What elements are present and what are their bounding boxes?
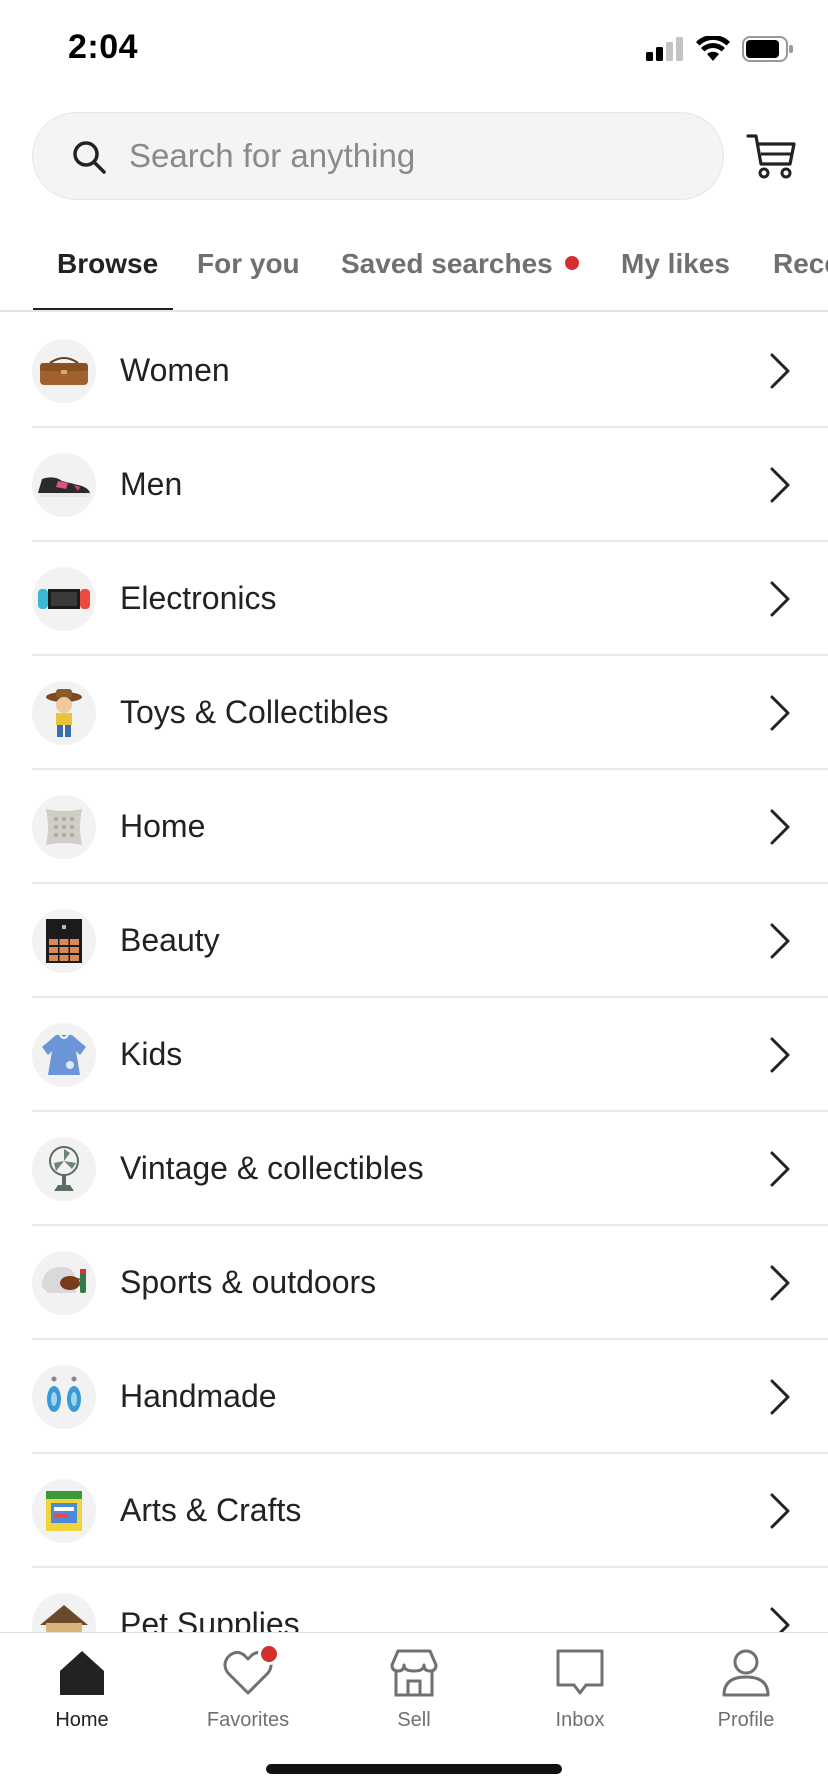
nav-label: Profile xyxy=(717,1709,775,1731)
chat-bubble-icon xyxy=(556,1649,604,1695)
handbag-icon xyxy=(32,339,96,403)
notification-dot xyxy=(564,255,579,270)
nav-favorites[interactable]: Favorites xyxy=(178,1643,318,1732)
search-row xyxy=(32,112,796,200)
category-label: Beauty xyxy=(120,922,220,958)
kids-dress-icon xyxy=(32,1023,96,1087)
earrings-icon xyxy=(32,1365,96,1429)
category-item-electronics[interactable]: Electronics xyxy=(32,542,828,656)
category-label: Toys & Collectibles xyxy=(120,694,389,730)
chevron-right-icon xyxy=(770,467,790,503)
tab-recent[interactable]: Rece xyxy=(773,248,828,280)
status-bar: 2:04 xyxy=(0,0,828,100)
chevron-right-icon xyxy=(770,695,790,731)
category-item-vintage-collectibles[interactable]: Vintage & collectibles xyxy=(32,1112,828,1226)
game-console-icon xyxy=(32,567,96,631)
search-input[interactable] xyxy=(129,113,689,199)
tab-saved-searches[interactable]: Saved searches xyxy=(341,248,579,280)
category-list: Women Men Electronics Toys & Collectible… xyxy=(0,314,828,1682)
search-box[interactable] xyxy=(32,112,724,200)
nav-label: Sell xyxy=(397,1709,431,1731)
category-item-home[interactable]: Home xyxy=(32,770,828,884)
nav-label: Home xyxy=(55,1709,109,1731)
tab-strip: Browse For you Saved searches My likes R… xyxy=(0,222,828,312)
category-item-beauty[interactable]: Beauty xyxy=(32,884,828,998)
cellular-signal-icon xyxy=(646,37,683,61)
home-indicator xyxy=(266,1764,562,1774)
category-label: Kids xyxy=(120,1036,183,1072)
chevron-right-icon xyxy=(770,1265,790,1301)
category-label: Sports & outdoors xyxy=(120,1264,377,1300)
pillow-icon xyxy=(32,795,96,859)
cart-icon[interactable] xyxy=(746,130,798,182)
category-label: Electronics xyxy=(120,580,277,616)
status-time: 2:04 xyxy=(68,28,139,66)
chevron-right-icon xyxy=(770,353,790,389)
person-icon xyxy=(722,1649,770,1697)
tab-for-you[interactable]: For you xyxy=(197,248,300,280)
chevron-right-icon xyxy=(770,1379,790,1415)
chevron-right-icon xyxy=(770,809,790,845)
category-label: Home xyxy=(120,808,206,844)
chevron-right-icon xyxy=(770,1037,790,1073)
nav-sell[interactable]: Sell xyxy=(344,1645,484,1732)
category-label: Arts & Crafts xyxy=(120,1492,302,1528)
search-icon xyxy=(73,141,106,174)
palette-icon xyxy=(32,909,96,973)
chevron-right-icon xyxy=(770,1151,790,1187)
category-label: Handmade xyxy=(120,1378,277,1414)
tab-saved-searches-label: Saved searches xyxy=(341,248,553,279)
category-label: Vintage & collectibles xyxy=(120,1150,424,1186)
chevron-right-icon xyxy=(770,1493,790,1529)
category-label: Men xyxy=(120,466,183,502)
category-item-men[interactable]: Men xyxy=(32,428,828,542)
favorites-badge xyxy=(258,1643,280,1665)
chevron-right-icon xyxy=(770,581,790,617)
category-item-sports-outdoors[interactable]: Sports & outdoors xyxy=(32,1226,828,1340)
heart-icon xyxy=(220,1643,280,1701)
status-icons xyxy=(646,36,794,62)
home-icon xyxy=(60,1651,104,1695)
wifi-icon xyxy=(696,36,730,61)
category-item-handmade[interactable]: Handmade xyxy=(32,1340,828,1454)
category-label: Women xyxy=(120,352,230,388)
sneaker-icon xyxy=(32,453,96,517)
nav-profile[interactable]: Profile xyxy=(676,1645,816,1732)
nav-inbox[interactable]: Inbox xyxy=(510,1645,650,1732)
nav-label: Inbox xyxy=(555,1709,605,1731)
football-helmet-icon xyxy=(32,1251,96,1315)
category-item-toys-collectibles[interactable]: Toys & Collectibles xyxy=(32,656,828,770)
vintage-fan-icon xyxy=(32,1137,96,1201)
toy-figure-icon xyxy=(32,681,96,745)
category-item-women[interactable]: Women xyxy=(32,314,828,428)
category-item-kids[interactable]: Kids xyxy=(32,998,828,1112)
chevron-right-icon xyxy=(770,923,790,959)
tab-browse[interactable]: Browse xyxy=(57,248,158,280)
nav-home[interactable]: Home xyxy=(12,1645,152,1732)
store-icon xyxy=(390,1649,438,1697)
markers-icon xyxy=(32,1479,96,1543)
active-tab-indicator xyxy=(33,308,173,310)
nav-label: Favorites xyxy=(206,1709,290,1731)
battery-icon xyxy=(742,36,793,62)
screen: 2:04 Search for anything Browse For you … xyxy=(0,0,828,1792)
tab-my-likes[interactable]: My likes xyxy=(621,248,730,280)
category-item-arts-crafts[interactable]: Arts & Crafts xyxy=(32,1454,828,1568)
